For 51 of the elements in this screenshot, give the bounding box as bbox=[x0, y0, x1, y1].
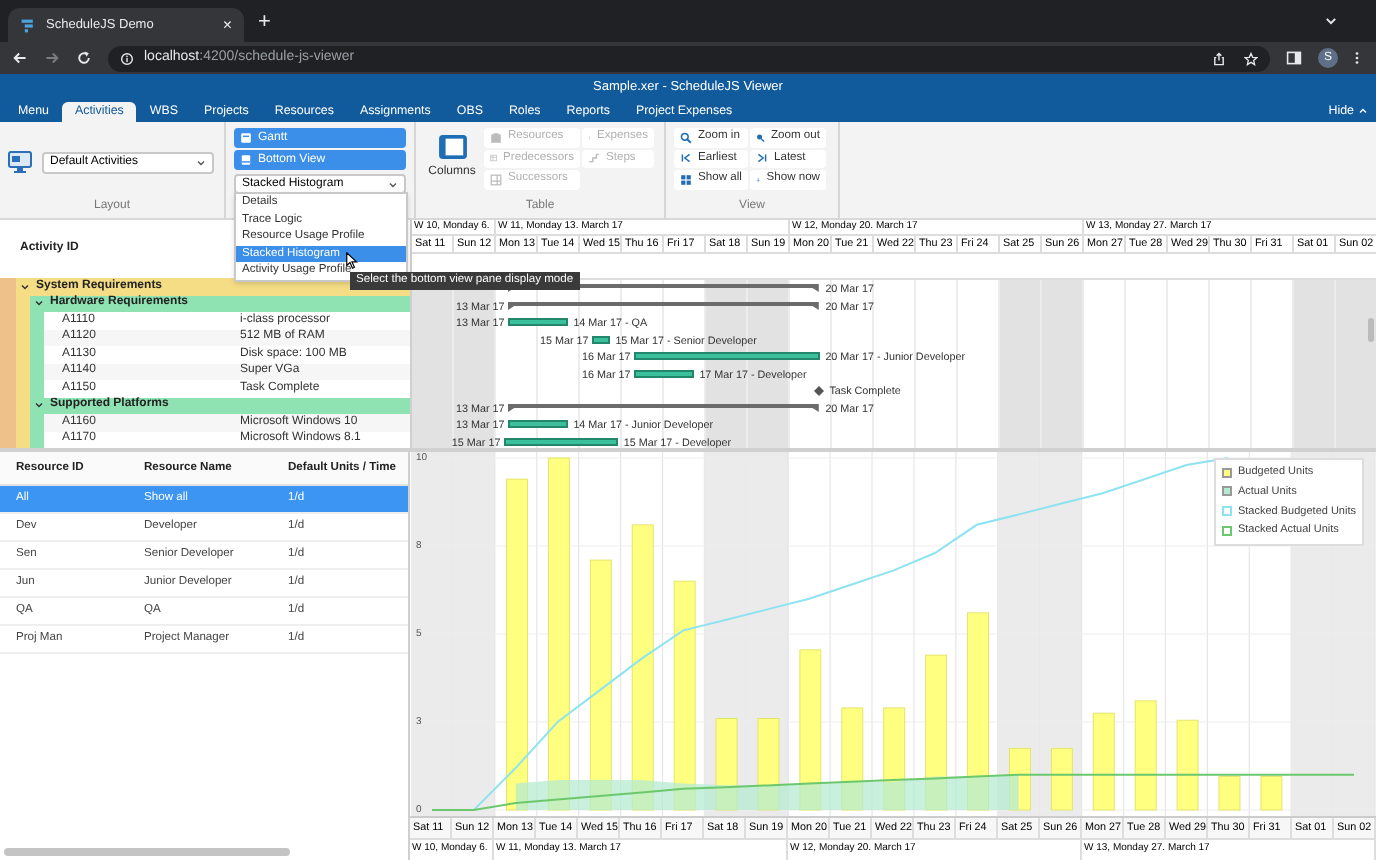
forward-icon[interactable] bbox=[44, 50, 60, 66]
star-icon[interactable] bbox=[1244, 51, 1258, 65]
chevron-down-icon[interactable] bbox=[1324, 14, 1338, 28]
columns-icon bbox=[437, 134, 467, 160]
summary-bar[interactable] bbox=[508, 403, 820, 412]
search-icon bbox=[680, 131, 692, 144]
milestone-icon[interactable] bbox=[814, 385, 825, 396]
color-swatch bbox=[1221, 467, 1232, 478]
app-logo-icon bbox=[20, 17, 36, 33]
back-icon[interactable] bbox=[12, 50, 28, 66]
bar bbox=[1176, 719, 1199, 811]
grid-icon bbox=[680, 173, 692, 186]
arrow-to-end-icon bbox=[756, 152, 768, 165]
task-bar[interactable] bbox=[592, 335, 610, 344]
steps-icon bbox=[588, 152, 600, 165]
bar bbox=[1134, 700, 1157, 811]
bar bbox=[1092, 712, 1115, 811]
caret-down-icon bbox=[196, 157, 206, 167]
chevron-icon[interactable] bbox=[20, 281, 30, 292]
summary-bar[interactable] bbox=[508, 301, 820, 310]
color-swatch bbox=[1221, 486, 1232, 497]
caret-down-icon bbox=[388, 179, 398, 189]
task-bar[interactable] bbox=[508, 318, 568, 327]
share-icon[interactable] bbox=[1212, 51, 1226, 65]
gantt-icon bbox=[240, 132, 252, 144]
arrow-to-start-icon bbox=[680, 152, 692, 165]
task-bar[interactable] bbox=[634, 369, 694, 378]
task-bar[interactable] bbox=[504, 437, 618, 446]
new-tab-button[interactable]: + bbox=[258, 12, 271, 34]
line-swatch bbox=[1221, 506, 1232, 517]
caret-up-icon bbox=[1358, 106, 1368, 116]
close-tab-button[interactable]: × bbox=[222, 17, 232, 33]
menu-icon[interactable] bbox=[1354, 50, 1360, 66]
reload-icon[interactable] bbox=[76, 50, 92, 66]
line-swatch bbox=[1221, 525, 1232, 536]
briefcase-icon bbox=[490, 131, 502, 144]
table-icon bbox=[490, 173, 502, 186]
scrollbar-thumb[interactable] bbox=[1368, 318, 1374, 342]
monitor-icon bbox=[8, 150, 32, 174]
task-bar[interactable] bbox=[508, 420, 568, 429]
panel-icon bbox=[240, 154, 252, 166]
bar bbox=[1218, 776, 1241, 811]
info-icon[interactable] bbox=[120, 51, 134, 65]
magnifier-icon bbox=[756, 131, 765, 144]
chevron-icon[interactable] bbox=[34, 400, 44, 411]
chevron-icon[interactable] bbox=[34, 298, 44, 309]
scrollbar-thumb[interactable] bbox=[4, 848, 290, 856]
table-icon bbox=[490, 152, 498, 165]
task-bar[interactable] bbox=[634, 352, 820, 361]
side-panel-icon[interactable] bbox=[1286, 50, 1302, 66]
bar bbox=[1260, 776, 1283, 811]
